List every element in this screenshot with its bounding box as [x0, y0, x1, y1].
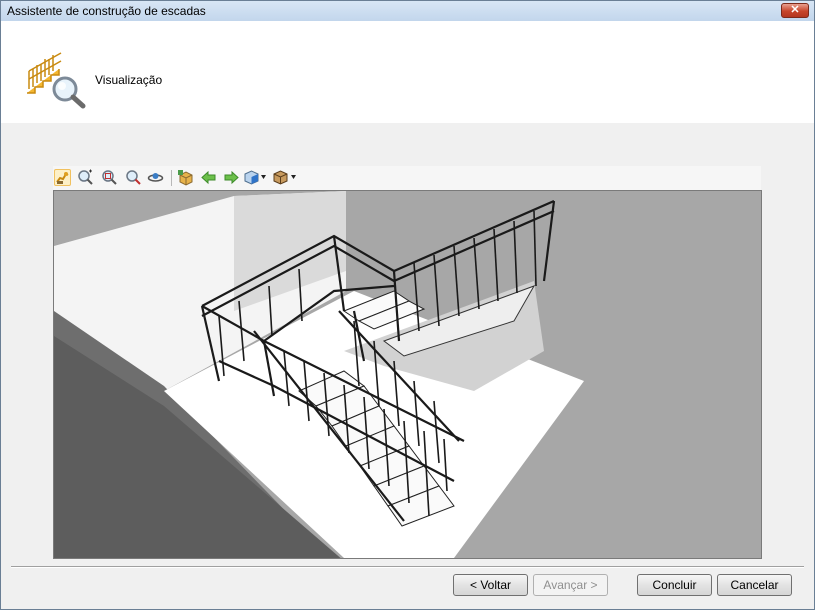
- next-button[interactable]: Avançar >: [533, 574, 608, 596]
- 3d-preview-viewport[interactable]: [53, 190, 762, 559]
- render-style-icon[interactable]: [272, 169, 289, 186]
- view-toolbar: [53, 166, 761, 191]
- wizard-window: Assistente de construção de escadas ✕ Vi…: [0, 0, 815, 610]
- zoom-icon[interactable]: [125, 169, 142, 186]
- stair-3d-preview: [54, 191, 761, 558]
- title-bar[interactable]: Assistente de construção de escadas ✕: [1, 1, 814, 22]
- zoom-window-icon[interactable]: [101, 169, 118, 186]
- view-cube-icon[interactable]: [177, 169, 194, 186]
- shading-mode-icon[interactable]: [243, 169, 260, 186]
- step-title: Visualização: [95, 73, 163, 87]
- next-view-icon[interactable]: [223, 169, 240, 186]
- orbit-icon[interactable]: [147, 169, 164, 186]
- previous-view-icon[interactable]: [200, 169, 217, 186]
- close-button[interactable]: ✕: [781, 3, 809, 18]
- wizard-header: Visualização: [1, 21, 814, 123]
- cancel-button[interactable]: Cancelar: [717, 574, 792, 596]
- toolbar-separator: [171, 170, 172, 186]
- chevron-down-icon[interactable]: [291, 175, 296, 179]
- camera-pan-icon[interactable]: [54, 169, 71, 186]
- back-button[interactable]: < Voltar: [453, 574, 528, 596]
- footer-divider: [11, 566, 804, 568]
- stairs-zoom-icon: [27, 52, 86, 109]
- window-title: Assistente de construção de escadas: [7, 4, 206, 18]
- finish-button[interactable]: Concluir: [637, 574, 712, 596]
- zoom-extents-icon[interactable]: [77, 169, 94, 186]
- chevron-down-icon[interactable]: [261, 175, 266, 179]
